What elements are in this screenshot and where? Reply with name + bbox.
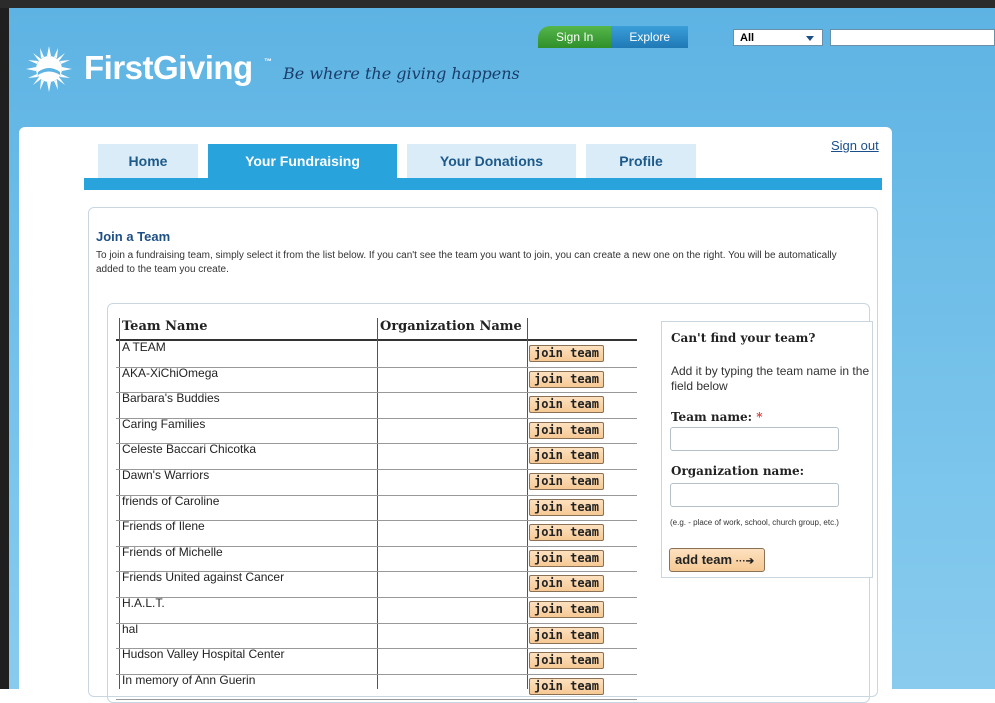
join-team-button[interactable]: join team (529, 421, 604, 439)
join-team-button[interactable]: join team (529, 677, 604, 695)
add-team-button[interactable]: add team ···➔ (669, 548, 765, 572)
join-team-button[interactable]: join team (529, 601, 604, 618)
team-name-label-text: Team name: (671, 410, 753, 424)
brand-tagline: Be where the giving happens (283, 64, 520, 83)
team-name-label: Team name: * (671, 410, 763, 424)
search-scope-select[interactable]: All (733, 29, 823, 46)
explore-link[interactable]: Explore (611, 26, 689, 48)
tab-profile[interactable]: Profile (586, 144, 696, 178)
chevron-down-icon (806, 36, 814, 41)
join-team-button[interactable]: join team (529, 549, 604, 567)
search-input[interactable] (830, 29, 995, 46)
team-name-field[interactable] (670, 427, 839, 451)
join-team-button[interactable]: join team (529, 473, 604, 490)
team-name-cell: In memory of Ann Guerin (122, 672, 256, 687)
table-row: Friends of Ilene join team (116, 519, 637, 547)
table-row: Barbara's Buddies join team (116, 391, 637, 419)
table-row: Hudson Valley Hospital Center join team (116, 647, 637, 675)
join-team-button[interactable]: join team (529, 498, 604, 516)
join-team-button[interactable]: join team (529, 396, 604, 414)
organization-name-label: Organization name: (671, 464, 805, 478)
table-row: hal join team (116, 621, 637, 650)
team-name-cell: friends of Caroline (122, 493, 220, 508)
team-name-cell: Friends of Michelle (122, 544, 223, 559)
team-name-cell: Hudson Valley Hospital Center (122, 647, 285, 662)
join-team-button[interactable]: join team (529, 524, 604, 542)
tab-your-fundraising[interactable]: Your Fundraising (208, 144, 397, 178)
team-name-cell: Dawn's Warriors (122, 468, 210, 482)
table-row: friends of Caroline join team (116, 493, 637, 522)
section-description: To join a fundraising team, simply selec… (96, 250, 837, 275)
team-name-cell: Friends United against Cancer (122, 570, 285, 585)
tab-home[interactable]: Home (98, 144, 198, 178)
tab-your-donations[interactable]: Your Donations (407, 144, 576, 178)
search-scope-value: All (740, 32, 755, 44)
organization-hint: (e.g. - place of work, school, church gr… (670, 518, 839, 527)
top-nav: Sign In Explore (538, 26, 689, 50)
table-row: AKA-XiChiOmega join team (116, 365, 637, 394)
sunburst-logo-icon (26, 46, 72, 92)
add-team-label: add team (675, 552, 733, 567)
signout-link[interactable]: Sign out (831, 138, 879, 153)
team-name-cell: A TEAM (122, 340, 166, 354)
brand-trademark: ™ (264, 57, 272, 66)
table-row: Friends of Michelle join team (116, 544, 637, 573)
window-top-border (0, 0, 995, 8)
team-name-cell: Celeste Baccari Chicotka (122, 442, 257, 457)
team-name-cell: Caring Families (122, 416, 206, 431)
team-name-cell: Friends of Ilene (122, 519, 205, 534)
table-row: Celeste Baccari Chicotka join team (116, 442, 637, 470)
join-team-button[interactable]: join team (529, 652, 604, 670)
table-row: Dawn's Warriors join team (116, 468, 637, 496)
join-team-button[interactable]: join team (529, 447, 604, 465)
table-row: Caring Families join team (116, 416, 637, 445)
team-name-cell: Barbara's Buddies (122, 391, 220, 406)
signin-link[interactable]: Sign In (538, 26, 612, 48)
brand-name: FirstGiving (84, 49, 253, 86)
window-left-border (0, 8, 9, 689)
create-team-panel: Can't find your team? Add it by typing t… (661, 321, 873, 578)
section-title: Join a Team (96, 229, 171, 244)
join-team-button[interactable]: join team (529, 575, 604, 593)
column-header-team-name: Team Name (122, 319, 208, 334)
column-header-organization-name: Organization Name (380, 319, 522, 334)
join-team-button[interactable]: join team (529, 345, 604, 362)
table-row: Friends United against Cancer join team (116, 570, 637, 598)
join-team-button[interactable]: join team (529, 370, 604, 388)
table-row: In memory of Ann Guerin join team (116, 672, 637, 701)
tab-bar-underline (84, 178, 882, 190)
join-team-button[interactable]: join team (529, 626, 604, 644)
required-mark: * (756, 410, 763, 424)
table-row: H.A.L.T. join team (116, 596, 637, 624)
team-name-cell: AKA-XiChiOmega (122, 365, 219, 380)
table-row: A TEAM join team (116, 340, 637, 368)
team-name-cell: H.A.L.T. (122, 596, 165, 610)
organization-name-field[interactable] (670, 483, 839, 507)
create-team-description: Add it by typing the team name in the fi… (671, 364, 870, 393)
create-team-title: Can't find your team? (671, 331, 816, 345)
main-tabs: Home Your Fundraising Your Donations Pro… (98, 144, 706, 178)
team-name-cell: hal (122, 621, 139, 636)
arrow-right-icon: ···➔ (735, 556, 755, 567)
